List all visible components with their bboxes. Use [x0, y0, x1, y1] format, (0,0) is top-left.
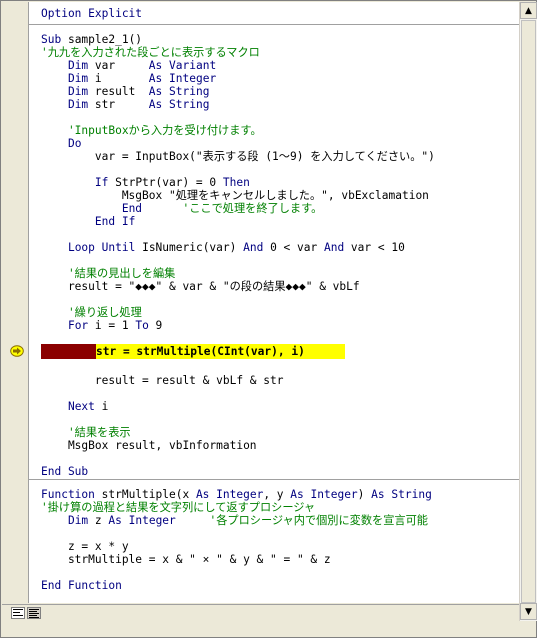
- code-line[interactable]: End Function: [41, 579, 122, 592]
- code-line[interactable]: '掛け算の過程と結果を文字列にして返すプロシージャ: [41, 501, 315, 514]
- code-line[interactable]: z = x * y: [41, 540, 129, 553]
- code-line[interactable]: '結果を表示: [41, 426, 131, 439]
- code-line[interactable]: Dim z As Integer '各プロシージャ内で個別に変数を宣言可能: [41, 514, 428, 527]
- code-line[interactable]: strMultiple = x & " × " & y & " = " & z: [41, 553, 331, 566]
- code-line[interactable]: '繰り返し処理: [41, 306, 142, 319]
- code-line[interactable]: If StrPtr(var) = 0 Then: [41, 176, 250, 189]
- execution-arrow-icon: [10, 345, 24, 357]
- vba-code-window: Option Explicit Sub sample2_1() '九九を入力された段…: [0, 0, 537, 638]
- code-line[interactable]: Sub sample2_1(): [41, 33, 142, 46]
- code-line[interactable]: For i = 1 To 9: [41, 319, 162, 332]
- procedure-separator: [29, 479, 519, 480]
- code-line[interactable]: str = strMultiple(CInt(var), i): [96, 345, 305, 358]
- scroll-up-icon: ▲: [525, 5, 532, 16]
- full-module-view-button[interactable]: [27, 607, 41, 619]
- code-line[interactable]: Next i: [41, 400, 108, 413]
- code-line[interactable]: End If: [41, 215, 135, 228]
- code-line[interactable]: Function strMultiple(x As Integer, y As …: [41, 488, 432, 501]
- code-line[interactable]: 'InputBoxから入力を受け付けます。: [41, 124, 262, 137]
- code-line[interactable]: Loop Until IsNumeric(var) And 0 < var An…: [41, 241, 405, 254]
- vertical-scrollbar[interactable]: ▲ ▼: [519, 2, 537, 621]
- code-line[interactable]: '九九を入力された段ごとに表示するマクロ: [41, 46, 260, 59]
- code-line[interactable]: Do: [41, 137, 81, 150]
- breakpoint-highlight: [41, 344, 96, 359]
- code-line[interactable]: End 'ここで処理を終了します。: [41, 202, 323, 215]
- scroll-down-button[interactable]: ▼: [520, 603, 537, 620]
- code-line[interactable]: result = result & vbLf & str: [41, 374, 284, 387]
- code-line[interactable]: result = "◆◆◆" & var & "の段の結果◆◆◆" & vbLf: [41, 280, 360, 293]
- code-line[interactable]: Option Explicit: [41, 7, 142, 20]
- code-line[interactable]: Dim i As Integer: [41, 72, 216, 85]
- window-bottom-edge: [2, 621, 536, 637]
- inline-comment: 'ここで処理を終了します。: [142, 202, 323, 215]
- margin-indicator-bar[interactable]: [2, 2, 29, 603]
- procedure-separator: [29, 24, 519, 25]
- code-line[interactable]: Dim result As String: [41, 85, 210, 98]
- code-line[interactable]: MsgBox "処理をキャンセルしました。", vbExclamation: [41, 189, 429, 202]
- full-module-view-icon: [29, 608, 39, 618]
- scroll-thumb[interactable]: [521, 20, 536, 603]
- code-line[interactable]: '結果の見出しを編集: [41, 267, 175, 280]
- view-buttons-bar: [2, 604, 519, 622]
- scroll-up-button[interactable]: ▲: [520, 2, 537, 19]
- code-line[interactable]: var = InputBox("表示する段 (1～9) を入力してください。"): [41, 150, 435, 163]
- inline-comment: '各プロシージャ内で個別に変数を宣言可能: [175, 514, 428, 527]
- code-line[interactable]: Dim str As String: [41, 98, 210, 111]
- procedure-view-icon: [13, 609, 23, 616]
- scroll-down-icon: ▼: [525, 606, 532, 617]
- code-line[interactable]: MsgBox result, vbInformation: [41, 439, 257, 452]
- code-line[interactable]: Dim var As Variant: [41, 59, 216, 72]
- code-pane[interactable]: Option Explicit Sub sample2_1() '九九を入力された段…: [29, 2, 519, 603]
- procedure-view-button[interactable]: [11, 607, 25, 619]
- code-line[interactable]: End Sub: [41, 465, 88, 478]
